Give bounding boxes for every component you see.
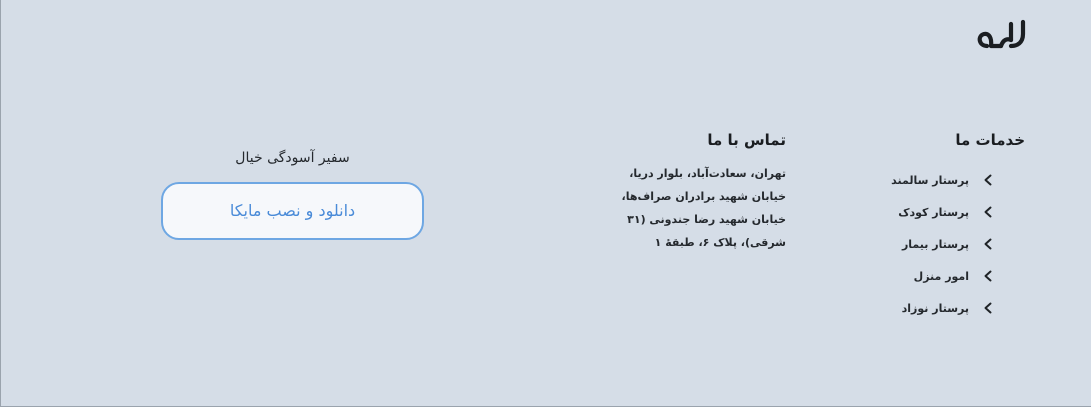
service-item-housework[interactable]: امور منزل: [825, 260, 1025, 292]
chevron-left-icon: [979, 300, 997, 316]
address-line: تهران، سعادت‌آباد، بلوار دریا،: [629, 167, 786, 180]
services-title: خدمات ما: [955, 131, 1025, 149]
contact-section: تماس با ما تهران، سعادت‌آباد، بلوار دریا…: [586, 128, 786, 254]
service-item-label: پرستار سالمند: [891, 173, 969, 187]
service-item-newborn[interactable]: پرستار نوزاد: [825, 292, 1025, 324]
address-line: شرقی)، پلاک ۶، طبقهٔ ۱: [654, 236, 786, 249]
download-app-button[interactable]: دانلود و نصب مایکا: [161, 182, 424, 240]
chevron-left-icon: [979, 268, 997, 284]
services-list: پرستار سالمند پرستار کودک پرستار بیمار ا…: [825, 164, 1025, 324]
service-item-label: پرستار کودک: [898, 205, 969, 219]
chevron-left-icon: [979, 236, 997, 252]
service-item-label: امور منزل: [913, 269, 969, 283]
service-item-label: پرستار نوزاد: [901, 301, 969, 315]
services-section: خدمات ما پرستار سالمند پرستار کودک پرستا…: [825, 128, 1025, 324]
app-slogan: سفیر آسودگی خیال: [235, 150, 350, 166]
service-item-patient[interactable]: پرستار بیمار: [825, 228, 1025, 260]
contact-title: تماس با ما: [707, 131, 786, 149]
contact-address: تهران، سعادت‌آباد، بلوار دریا، خیابان شه…: [586, 162, 786, 254]
service-item-elderly[interactable]: پرستار سالمند: [825, 164, 1025, 196]
chevron-left-icon: [979, 172, 997, 188]
chevron-left-icon: [979, 204, 997, 220]
address-line: خیابان شهید رضا جندونی (۳۱: [627, 213, 786, 226]
app-download-section: سفیر آسودگی خیال دانلود و نصب مایکا: [161, 146, 424, 240]
mayka-logo-icon: [977, 19, 1026, 49]
service-item-child[interactable]: پرستار کودک: [825, 196, 1025, 228]
service-item-label: پرستار بیمار: [901, 237, 969, 251]
logo[interactable]: [973, 16, 1027, 56]
address-line: خیابان شهید برادران صراف‌ها،: [621, 190, 786, 203]
